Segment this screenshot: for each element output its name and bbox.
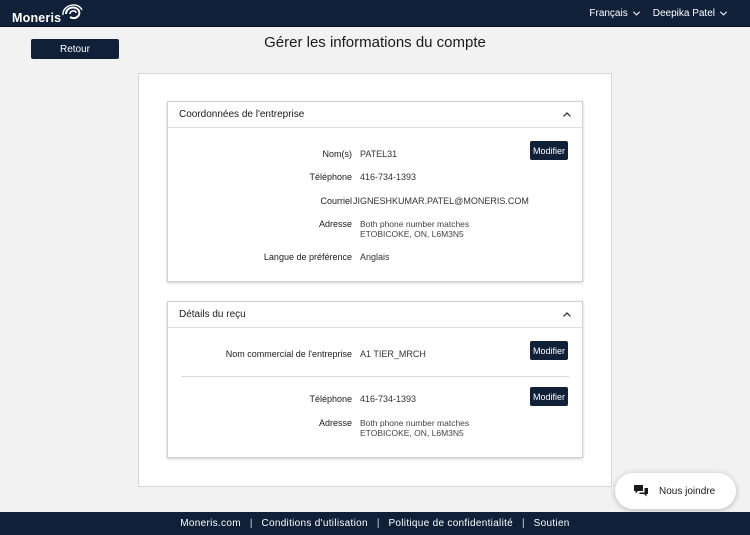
footer-link-privacy[interactable]: Politique de confidentialité: [388, 518, 513, 529]
top-nav: Français Deepika Patel: [589, 0, 728, 27]
contact-us-label: Nous joindre: [659, 485, 716, 497]
language-label: Français: [589, 8, 628, 19]
receipt-phone-value: 416-734-1393: [360, 394, 417, 404]
language-pref-label: Langue de préférence: [263, 252, 352, 262]
chevron-down-icon: [719, 11, 728, 16]
footer-separator: |: [522, 518, 525, 529]
email-label: Courriel: [320, 196, 352, 206]
modify-company-button[interactable]: Modifier: [530, 141, 568, 160]
footer-link-terms[interactable]: Conditions d'utilisation: [261, 518, 367, 529]
footer: Moneris.com | Conditions d'utilisation |…: [0, 512, 750, 535]
page-title: Gérer les informations du compte: [264, 34, 486, 51]
address-value: Both phone number matches ETOBICOKE, ON,…: [360, 219, 469, 239]
trade-name-value: A1 TIER_MRCH: [360, 349, 426, 359]
user-menu[interactable]: Deepika Patel: [653, 8, 728, 19]
receipt-address-label: Adresse: [318, 418, 352, 428]
chat-bubbles-icon: [634, 485, 648, 497]
section-divider: [181, 376, 569, 377]
receipt-phone-label: Téléphone: [309, 394, 352, 404]
footer-separator: |: [249, 518, 253, 529]
name-label: Nom(s): [322, 149, 353, 159]
logo-swirl-icon: [62, 4, 83, 20]
company-info-title: Coordonnées de l'entreprise: [179, 109, 305, 120]
phone-label: Téléphone: [309, 172, 352, 182]
footer-separator: |: [376, 518, 380, 529]
company-info-header[interactable]: Coordonnées de l'entreprise: [168, 102, 582, 128]
chevron-up-icon[interactable]: [562, 310, 572, 320]
top-bar: Moneris Français Deepika Patel: [0, 0, 750, 27]
user-name: Deepika Patel: [652, 8, 715, 19]
receipt-address-line-1: Both phone number matches: [360, 418, 470, 428]
language-pref-value: Anglais: [360, 252, 390, 262]
phone-value: 416-734-1393: [360, 172, 417, 182]
name-value: PATEL31: [360, 149, 398, 159]
company-info-section: Coordonnées de l'entreprise Modifier Nom…: [167, 101, 583, 282]
address-line-1: Both phone number matches: [360, 219, 470, 229]
receipt-address-value: Both phone number matches ETOBICOKE, ON,…: [360, 418, 469, 438]
contact-us-button[interactable]: Nous joindre: [615, 473, 736, 509]
footer-link-support[interactable]: Soutien: [534, 518, 570, 529]
address-label: Adresse: [318, 219, 352, 229]
footer-link-moneris[interactable]: Moneris.com: [180, 518, 241, 529]
modify-receipt-contact-button[interactable]: Modifier: [530, 387, 568, 406]
email-value: JIGNESHKUMAR.PATEL@MONERIS.COM: [353, 196, 529, 206]
trade-name-label: Nom commercial de l'entreprise: [225, 349, 352, 359]
language-selector[interactable]: Français: [589, 8, 640, 19]
receipt-details-title: Détails du reçu: [179, 309, 246, 320]
modify-trade-name-button[interactable]: Modifier: [530, 341, 568, 360]
chevron-down-icon: [632, 11, 640, 16]
chevron-up-icon[interactable]: [562, 110, 572, 120]
address-line-2: ETOBICOKE, ON, L6M3N5: [360, 229, 464, 239]
receipt-address-line-2: ETOBICOKE, ON, L6M3N5: [360, 428, 464, 438]
moneris-logo[interactable]: Moneris: [12, 3, 83, 25]
receipt-details-header[interactable]: Détails du reçu: [168, 302, 582, 328]
receipt-details-section: Détails du reçu Modifier Nom commercial …: [167, 301, 583, 458]
